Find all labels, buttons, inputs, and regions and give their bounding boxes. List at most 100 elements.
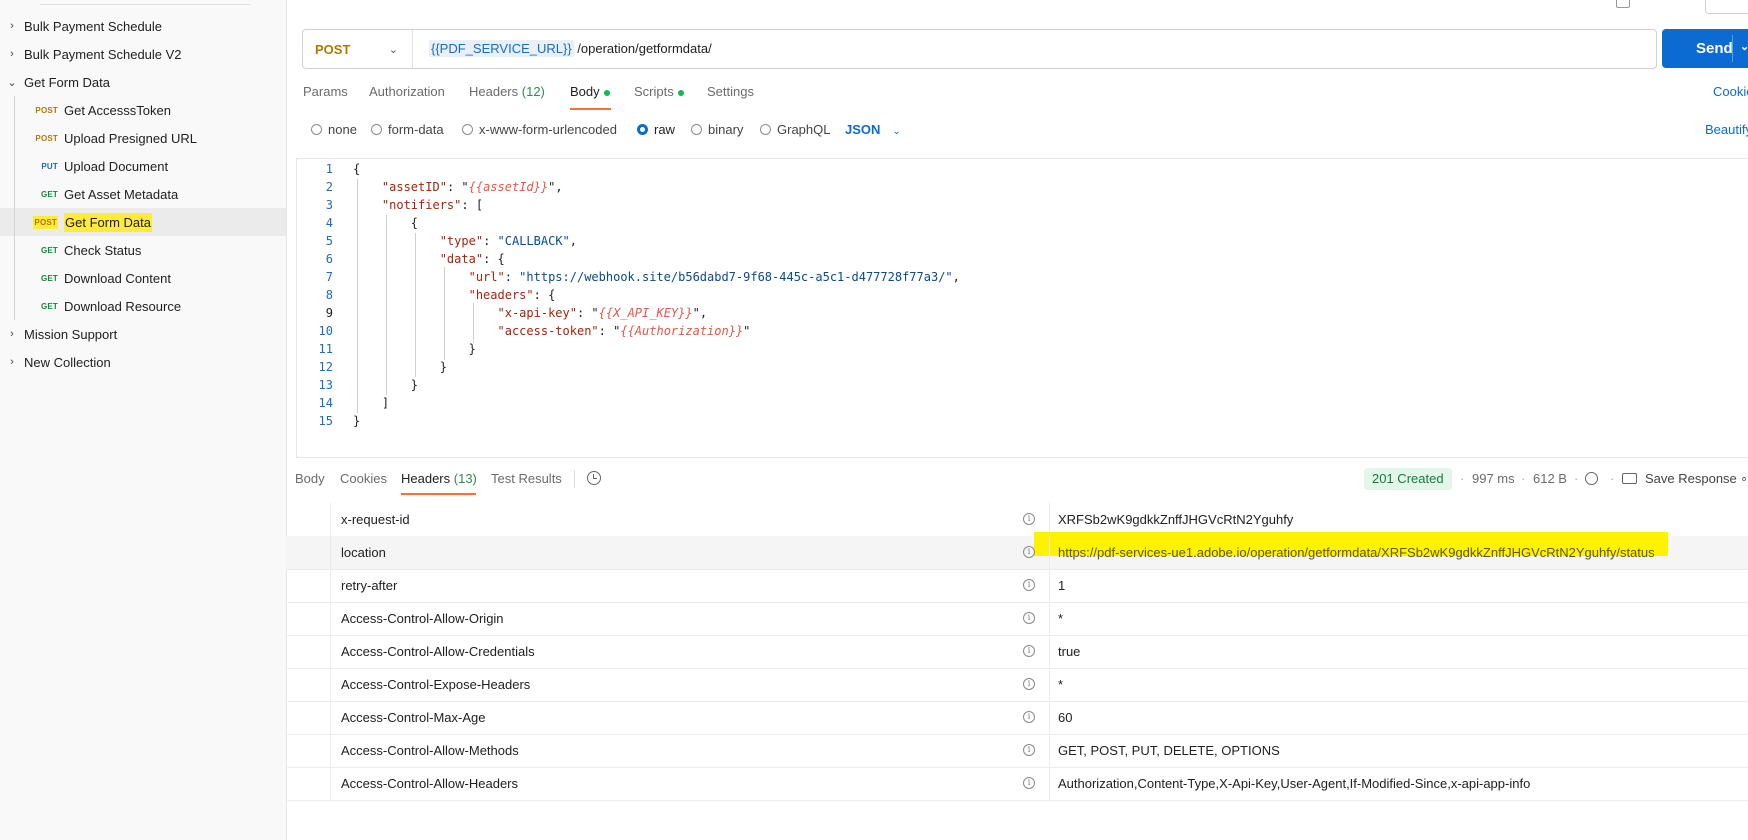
send-button[interactable]: Send ⌄	[1662, 29, 1748, 68]
info-icon[interactable]: i	[1023, 546, 1035, 558]
sidebar-request-get-accesstoken[interactable]: POST Get AccesssToken	[0, 96, 286, 124]
code-line: }	[353, 342, 476, 356]
radio-graphql[interactable]: GraphQL	[760, 122, 830, 137]
request-label: Get Form Data	[64, 212, 152, 232]
sidebar-request-get-form-data[interactable]: POST Get Form Data	[0, 208, 286, 236]
tab-scripts[interactable]: Scripts	[634, 84, 684, 99]
method-badge: POST	[35, 133, 58, 143]
info-icon[interactable]: i	[1023, 612, 1035, 624]
line-number: 12	[318, 360, 333, 374]
info-icon[interactable]: i	[1023, 678, 1035, 690]
status-badge[interactable]: 201 Created	[1364, 468, 1452, 490]
tab-authorization[interactable]: Authorization	[369, 84, 445, 99]
globe-icon[interactable]	[1585, 472, 1598, 485]
folder-label: Bulk Payment Schedule	[24, 18, 163, 34]
format-select[interactable]: JSON ⌄	[845, 122, 901, 137]
header-value: true	[1058, 644, 1081, 659]
tab-headers-count: (12)	[521, 84, 545, 99]
save-response-button[interactable]: Save Response	[1645, 471, 1737, 486]
sidebar-request-upload-document[interactable]: PUT Upload Document	[0, 152, 286, 180]
chevron-right-icon: ›	[10, 328, 14, 340]
radio-label: GraphQL	[777, 122, 831, 137]
method-select[interactable]: POST ⌄	[303, 30, 413, 68]
info-icon[interactable]: i	[1023, 777, 1035, 789]
info-icon[interactable]: i	[1023, 744, 1035, 756]
response-tab-test-results[interactable]: Test Results	[491, 471, 562, 486]
header-value: GET, POST, PUT, DELETE, OPTIONS	[1058, 743, 1280, 758]
method-badge: POST	[35, 105, 58, 115]
divider	[574, 470, 575, 488]
response-tab-cookies[interactable]: Cookies	[340, 471, 387, 486]
response-tab-headers[interactable]: Headers (13)	[401, 471, 477, 486]
chevron-right-icon: ›	[10, 356, 14, 368]
code-line: "notifiers": [	[381, 198, 484, 212]
code-editor[interactable]: 1 2 3 4 5 6 7 8 9 10 11 12 13 14 15 { "a…	[296, 158, 1748, 458]
radio-raw[interactable]: raw	[637, 122, 675, 137]
header-key: Access-Control-Allow-Origin	[341, 611, 504, 626]
tab-body-label: Body	[570, 84, 600, 99]
more-icon[interactable]: ∘	[1740, 471, 1748, 487]
sidebar-request-get-asset-metadata[interactable]: GET Get Asset Metadata	[0, 180, 286, 208]
document-icon[interactable]	[1616, 0, 1630, 8]
tab-headers[interactable]: Headers (12)	[469, 84, 545, 99]
chevron-down-icon[interactable]: ⌄	[1740, 40, 1748, 53]
response-tab-body[interactable]: Body	[295, 471, 325, 486]
sidebar-folder-bulk-payment-schedule-v2[interactable]: › Bulk Payment Schedule V2	[0, 40, 286, 68]
info-icon[interactable]: i	[1023, 711, 1035, 723]
code-line: {	[353, 162, 361, 176]
radio-none[interactable]: none	[311, 122, 357, 137]
code-line: "data": {	[439, 252, 505, 266]
line-number: 13	[318, 378, 333, 392]
radio-label: x-www-form-urlencoded	[479, 122, 617, 137]
folder-label: Get Form Data	[24, 74, 110, 90]
request-label: Get AccesssToken	[64, 102, 171, 118]
method-badge: PUT	[41, 161, 58, 171]
request-label: Get Asset Metadata	[64, 186, 179, 202]
sidebar-folder-new-collection[interactable]: › New Collection	[0, 348, 286, 376]
save-icon[interactable]	[1622, 473, 1637, 484]
code-line: ]	[353, 396, 390, 410]
line-number: 5	[325, 234, 333, 248]
request-label: Upload Presigned URL	[64, 130, 197, 146]
line-number: 8	[325, 288, 333, 302]
method-badge: GET	[40, 301, 58, 311]
beautify-link[interactable]: Beautify	[1705, 122, 1748, 137]
sidebar-request-check-status[interactable]: GET Check Status	[0, 236, 286, 264]
tab-headers-label: Headers	[469, 84, 519, 99]
radio-circle-icon	[760, 124, 771, 135]
sidebar-request-upload-presigned-url[interactable]: POST Upload Presigned URL	[0, 124, 286, 152]
info-icon[interactable]: i	[1023, 645, 1035, 657]
active-tab-indicator	[570, 108, 611, 110]
request-label: Upload Document	[64, 158, 169, 174]
radio-binary[interactable]: binary	[691, 122, 743, 137]
url-input[interactable]: {{PDF_SERVICE_URL}} /operation/getformda…	[429, 40, 712, 57]
radio-urlencoded[interactable]: x-www-form-urlencoded	[462, 122, 617, 137]
radio-label: form-data	[388, 122, 444, 137]
method-badge: GET	[40, 273, 58, 283]
sidebar-folder-mission-support[interactable]: › Mission Support	[0, 320, 286, 348]
share-button[interactable]	[1705, 0, 1748, 14]
folder-label: Bulk Payment Schedule V2	[24, 46, 182, 62]
line-number: 9	[325, 306, 333, 320]
response-time[interactable]: 997 ms	[1472, 471, 1515, 486]
sidebar-request-download-content[interactable]: GET Download Content	[0, 264, 286, 292]
header-key: Access-Control-Max-Age	[341, 710, 486, 725]
send-label: Send	[1696, 40, 1733, 57]
request-label: Check Status	[64, 242, 142, 258]
tab-params[interactable]: Params	[303, 84, 348, 99]
info-icon[interactable]: i	[1023, 579, 1035, 591]
url-path: /operation/getformdata/	[573, 41, 712, 56]
response-tab-headers-label: Headers	[401, 471, 451, 486]
sidebar-request-download-resource[interactable]: GET Download Resource	[0, 292, 286, 320]
method-badge: GET	[40, 189, 58, 199]
history-icon[interactable]	[587, 471, 601, 485]
cookies-link[interactable]: Cookie	[1713, 84, 1748, 99]
response-size[interactable]: 612 B	[1533, 471, 1567, 486]
info-icon[interactable]: i	[1023, 513, 1035, 525]
radio-form-data[interactable]: form-data	[371, 122, 444, 137]
sidebar-folder-bulk-payment-schedule[interactable]: › Bulk Payment Schedule	[0, 12, 286, 40]
sidebar-folder-get-form-data[interactable]: ⌄ Get Form Data	[0, 68, 286, 96]
tab-settings[interactable]: Settings	[707, 84, 754, 99]
radio-circle-icon	[462, 124, 473, 135]
tab-body[interactable]: Body	[570, 84, 610, 99]
